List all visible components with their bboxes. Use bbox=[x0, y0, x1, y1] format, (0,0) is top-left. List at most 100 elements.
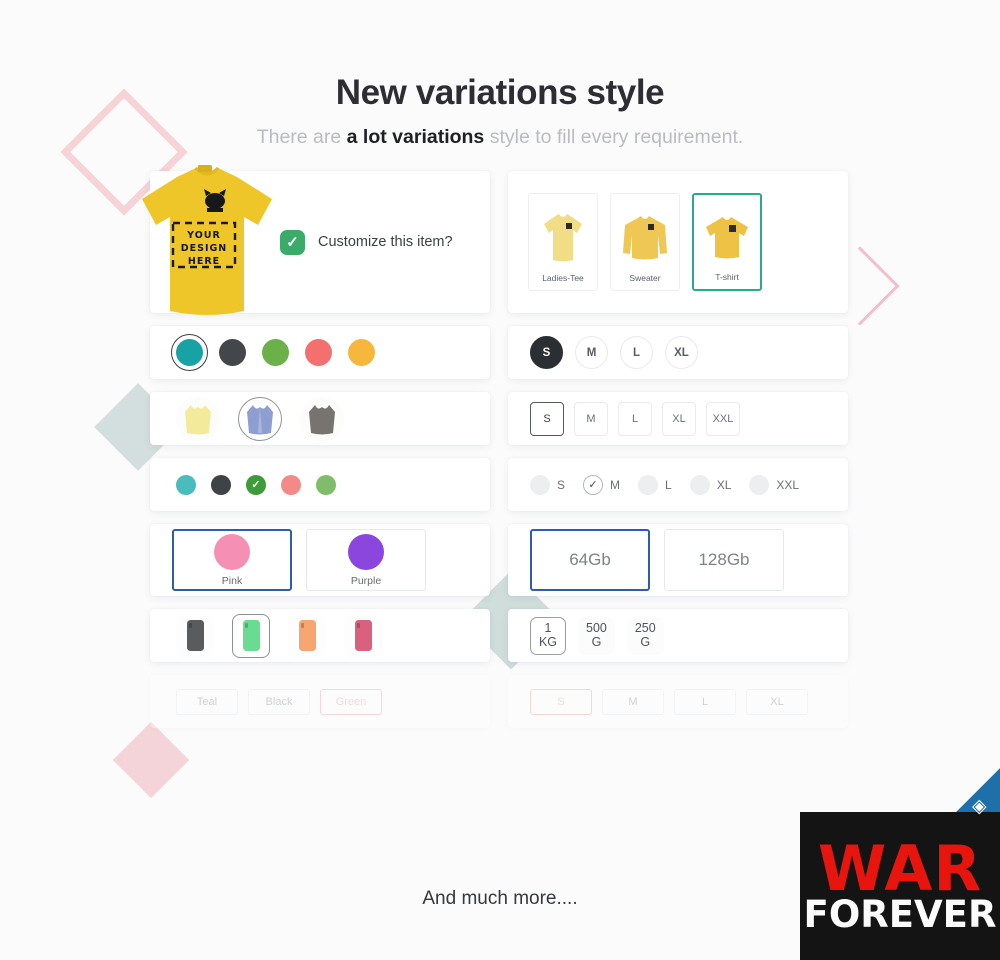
watermark-line-1: WAR bbox=[817, 831, 983, 905]
page-header: New variations style There are a lot var… bbox=[0, 0, 1000, 149]
faded-size-s[interactable]: S bbox=[530, 688, 592, 715]
storage-cards-card: 64Gb 128Gb bbox=[508, 524, 848, 596]
weight-unit-g-500: G bbox=[591, 634, 602, 649]
faded-size-l[interactable]: L bbox=[674, 688, 736, 715]
size-radio-s[interactable]: S bbox=[530, 474, 566, 495]
phone-color-orange[interactable] bbox=[288, 613, 326, 658]
color-cards-card: Pink Purple bbox=[150, 524, 490, 596]
storage-option-64gb[interactable]: 64Gb bbox=[530, 529, 650, 591]
radio-circle-xxl bbox=[749, 474, 770, 495]
color-dot-green[interactable] bbox=[262, 339, 289, 366]
check-icon: ✓ bbox=[286, 234, 299, 251]
color-card-purple[interactable]: Purple bbox=[306, 529, 426, 591]
variant-option-sweater[interactable]: Sweater bbox=[610, 193, 680, 291]
radio-label-xxl: XXL bbox=[776, 477, 800, 492]
color-name-teal[interactable]: Teal bbox=[176, 688, 238, 715]
radio-label-xl: XL bbox=[716, 477, 732, 492]
size-circle-s[interactable]: S bbox=[530, 336, 563, 369]
radio-circle-xl bbox=[689, 474, 710, 495]
weight-amount-1: 1 bbox=[544, 621, 552, 636]
color-dot-salmon[interactable] bbox=[305, 339, 332, 366]
size-squares-card: S M L XL XXL bbox=[508, 392, 848, 445]
customize-label: Customize this item? bbox=[318, 234, 453, 250]
color-dots-small-card: ✓ bbox=[150, 458, 490, 511]
phone-color-pink[interactable] bbox=[344, 613, 382, 658]
check-icon: ✓ bbox=[251, 479, 261, 491]
size-square-m[interactable]: M bbox=[574, 401, 608, 436]
size-radio-m[interactable]: ✓ M bbox=[583, 474, 621, 495]
image-swatches-card bbox=[150, 392, 490, 445]
variant-label-ladies-tee: Ladies-Tee bbox=[542, 273, 584, 283]
radio-label-l: L bbox=[665, 477, 672, 492]
design-line-3: HERE bbox=[188, 256, 220, 267]
variant-option-tshirt[interactable]: T-shirt bbox=[692, 193, 762, 291]
page-subtitle: There are a lot variations style to fill… bbox=[0, 126, 1000, 149]
color-dots-large-card bbox=[150, 326, 490, 379]
color-name-black[interactable]: Black bbox=[248, 688, 310, 715]
color-dot-teal[interactable] bbox=[171, 334, 208, 371]
corner-mark-icon: ◈ bbox=[972, 796, 987, 817]
weight-amount-250: 250 bbox=[634, 621, 656, 636]
pink-swatch bbox=[214, 533, 250, 570]
size-radio-xl[interactable]: XL bbox=[689, 474, 732, 495]
small-dot-teal[interactable] bbox=[176, 474, 196, 495]
weight-amount-500: 500 bbox=[586, 621, 607, 636]
watermark: WAR FOREVER bbox=[800, 812, 1000, 960]
watermark-line-2: FOREVER bbox=[803, 892, 997, 936]
radio-circle-m: ✓ bbox=[583, 474, 604, 495]
small-dot-dark[interactable] bbox=[211, 474, 231, 495]
variant-label-tshirt: T-shirt bbox=[715, 272, 739, 282]
faded-size-xl[interactable]: XL bbox=[746, 688, 808, 715]
color-dot-orange[interactable] bbox=[348, 339, 375, 366]
color-dot-dark[interactable] bbox=[219, 339, 246, 366]
color-card-label-purple: Purple bbox=[350, 574, 382, 587]
tshirt-thumbnail bbox=[694, 204, 760, 272]
size-circle-l[interactable]: L bbox=[620, 336, 653, 369]
size-square-l[interactable]: L bbox=[618, 401, 652, 436]
small-dot-salmon[interactable] bbox=[281, 474, 301, 495]
size-radio-xxl[interactable]: XXL bbox=[749, 474, 800, 495]
storage-label-128gb: 128Gb bbox=[698, 550, 750, 569]
size-square-xl[interactable]: XL bbox=[662, 401, 696, 436]
size-circle-xl[interactable]: XL bbox=[665, 336, 698, 369]
swatch-blue-sweater[interactable] bbox=[238, 396, 282, 441]
weight-option-500g[interactable]: 500 G bbox=[578, 616, 615, 655]
faded-size-m[interactable]: M bbox=[602, 688, 664, 715]
size-circles-card: S M L XL bbox=[508, 326, 848, 379]
diamond-pink-decoration-left bbox=[112, 721, 190, 799]
subtitle-emphasis: a lot variations bbox=[346, 126, 485, 148]
size-radio-l[interactable]: L bbox=[638, 474, 672, 495]
weights-card: 1 KG 500 G 250 G bbox=[508, 609, 848, 662]
product-type-variations-card: Ladies-Tee Sweater T-shirt bbox=[508, 171, 848, 313]
small-dot-light-green[interactable] bbox=[316, 474, 336, 495]
size-circle-m[interactable]: M bbox=[575, 336, 608, 369]
customize-checkbox[interactable]: ✓ bbox=[280, 229, 305, 255]
color-card-pink[interactable]: Pink bbox=[172, 529, 292, 591]
swatch-gray-sweater[interactable] bbox=[300, 396, 344, 441]
radio-label-m: M bbox=[610, 477, 621, 492]
radio-circle-s bbox=[530, 474, 550, 495]
color-names-card: Teal Black Green bbox=[150, 675, 490, 728]
phone-color-gray[interactable] bbox=[176, 613, 214, 658]
customize-item-card: YOUR DESIGN HERE ✓ Customize this item? bbox=[142, 165, 490, 315]
check-icon: ✓ bbox=[588, 479, 598, 491]
subtitle-part-1: There are bbox=[256, 126, 347, 148]
swatch-yellow-sweater[interactable] bbox=[176, 396, 220, 441]
weight-option-250g[interactable]: 250 G bbox=[626, 616, 664, 655]
weight-option-1kg[interactable]: 1 KG bbox=[530, 616, 566, 655]
design-line-1: YOUR bbox=[186, 230, 221, 241]
small-dot-green[interactable]: ✓ bbox=[246, 474, 266, 495]
variant-option-ladies-tee[interactable]: Ladies-Tee bbox=[528, 193, 598, 291]
phone-icon-orange bbox=[298, 620, 316, 651]
size-square-xxl[interactable]: XXL bbox=[706, 401, 740, 436]
radio-label-s: S bbox=[557, 477, 566, 492]
size-square-s[interactable]: S bbox=[530, 401, 564, 436]
color-name-green[interactable]: Green bbox=[320, 688, 382, 715]
page-root: New variations style There are a lot var… bbox=[0, 0, 1000, 960]
sweater-thumbnail bbox=[611, 203, 679, 273]
radio-circle-l bbox=[638, 474, 659, 495]
phone-color-green[interactable] bbox=[232, 613, 270, 658]
storage-label-64gb: 64Gb bbox=[569, 550, 611, 569]
size-names-card: S M L XL bbox=[508, 675, 848, 728]
storage-option-128gb[interactable]: 128Gb bbox=[664, 529, 784, 591]
